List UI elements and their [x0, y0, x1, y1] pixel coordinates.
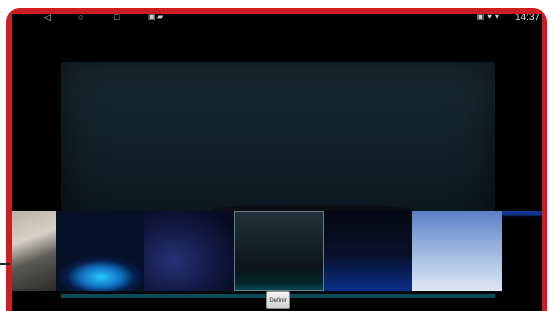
device-screen: ◁ ○ □ ▣ ▰ ▣♥▾ 14:37 Definir [12, 14, 542, 311]
wallpaper-thumbnail-strip[interactable] [12, 211, 542, 291]
side-divider [0, 263, 10, 265]
status-bar: ◁ ○ □ ▣ ▰ ▣♥▾ 14:37 [12, 14, 542, 28]
set-wallpaper-button[interactable]: Definir [266, 291, 290, 309]
navy-gradient-thumbnail[interactable] [324, 211, 412, 291]
status-icons: ▣♥▾ [477, 14, 502, 21]
back-icon[interactable]: ◁ [44, 14, 51, 22]
location-icon: ♥ [487, 14, 495, 21]
sky-gradient-thumbnail[interactable] [412, 211, 502, 291]
home-icon[interactable]: ○ [78, 14, 83, 22]
picture-icon: ▣ [148, 14, 156, 21]
dark-dashboard-thumbnail[interactable] [234, 211, 324, 291]
desert-road-thumbnail[interactable] [12, 211, 56, 291]
purple-haze-thumbnail[interactable] [144, 211, 234, 291]
chat-icon: ▰ [157, 14, 164, 21]
wifi-icon: ▾ [494, 14, 502, 21]
blue-glow-thumbnail[interactable] [56, 211, 144, 291]
recents-icon[interactable]: □ [114, 14, 119, 22]
sim-icon: ▣ [476, 14, 488, 21]
status-clock: 14:37 [514, 14, 540, 23]
blue-bar-thumbnail[interactable] [502, 211, 542, 291]
